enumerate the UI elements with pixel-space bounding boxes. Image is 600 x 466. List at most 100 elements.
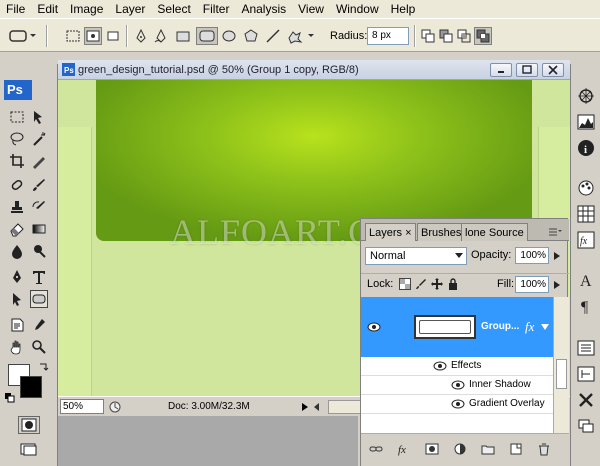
layers-scroll-thumb[interactable] <box>556 359 567 389</box>
menu-image[interactable]: Image <box>64 0 109 18</box>
histogram-panel-button[interactable] <box>576 112 596 132</box>
marquee-tool[interactable] <box>8 108 26 126</box>
healing-brush-tool[interactable] <box>8 176 26 194</box>
status-info-icon[interactable] <box>108 400 122 414</box>
actions-panel-button[interactable] <box>576 338 596 358</box>
background-color-swatch[interactable] <box>20 376 42 398</box>
color-panel-button[interactable] <box>576 178 596 198</box>
zoom-tool[interactable] <box>30 338 48 356</box>
blend-mode-select[interactable]: Normal <box>365 247 467 265</box>
layer-visibility-eye-icon[interactable] <box>367 322 381 332</box>
menu-select[interactable]: Select <box>151 0 196 18</box>
shape-layers-button[interactable] <box>64 27 82 45</box>
fill-pixels-button[interactable] <box>104 27 122 45</box>
effect-inner-shadow-row[interactable]: Inner Shadow <box>361 376 553 395</box>
lock-position-button[interactable] <box>431 278 443 290</box>
zoom-level-field[interactable]: 50% <box>60 399 104 414</box>
paragraph-panel-button[interactable]: ¶ <box>576 296 596 316</box>
screen-mode-button[interactable] <box>18 440 40 458</box>
status-menu-arrow-icon[interactable] <box>300 402 310 412</box>
combine-add-button[interactable] <box>420 27 436 45</box>
eraser-tool[interactable] <box>8 220 26 238</box>
tab-layers[interactable]: Layers × <box>365 223 416 241</box>
dodge-tool[interactable] <box>30 242 48 260</box>
pen-tool-button[interactable] <box>132 27 150 45</box>
pen-tool[interactable] <box>8 268 26 286</box>
opacity-slider-arrow-icon[interactable] <box>553 252 561 260</box>
menu-help[interactable]: Help <box>385 0 422 18</box>
opacity-input[interactable]: 100% <box>515 247 549 264</box>
swap-colors-button[interactable] <box>38 362 50 374</box>
link-layers-button[interactable] <box>369 442 383 456</box>
quick-mask-button[interactable] <box>18 416 40 434</box>
effect-gradient-overlay-row[interactable]: Gradient Overlay <box>361 395 553 414</box>
styles-panel-button[interactable]: fx <box>576 230 596 250</box>
delete-layer-button[interactable] <box>537 442 551 456</box>
notes-tool[interactable] <box>8 316 26 334</box>
menu-file[interactable]: File <box>0 0 31 18</box>
layer-row-group[interactable]: Group... fx <box>361 297 553 357</box>
horizontal-scroll-thumb[interactable] <box>328 400 364 414</box>
add-layer-style-button[interactable]: fx <box>397 442 411 456</box>
hand-tool[interactable] <box>8 338 26 356</box>
menu-view[interactable]: View <box>292 0 330 18</box>
layer-comps-panel-button[interactable] <box>576 416 596 436</box>
effects-visibility-eye-icon[interactable] <box>433 361 447 371</box>
polygon-tool-button[interactable] <box>242 27 260 45</box>
lasso-tool[interactable] <box>8 130 26 148</box>
effects-row[interactable]: Effects <box>361 357 553 376</box>
type-tool[interactable] <box>30 268 48 286</box>
effects-toggle-arrow-icon[interactable] <box>541 323 549 331</box>
rectangle-tool-button[interactable] <box>174 27 192 45</box>
lock-transparent-button[interactable] <box>399 278 411 290</box>
radius-input[interactable]: 8 px <box>367 27 409 45</box>
maximize-button[interactable] <box>516 63 538 77</box>
combine-intersect-button[interactable] <box>456 27 472 45</box>
new-group-button[interactable] <box>481 442 495 456</box>
fill-input[interactable]: 100% <box>515 276 549 293</box>
combine-exclude-button[interactable] <box>474 27 492 45</box>
paths-button[interactable] <box>84 27 102 45</box>
new-layer-button[interactable] <box>509 442 523 456</box>
lock-all-button[interactable] <box>447 278 459 290</box>
ellipse-tool-button[interactable] <box>220 27 238 45</box>
layers-scrollbar[interactable] <box>553 297 569 433</box>
panel-menu-icon[interactable] <box>547 225 563 237</box>
swatches-panel-button[interactable] <box>576 204 596 224</box>
info-panel-button[interactable]: i <box>576 138 596 158</box>
rounded-rect-tool[interactable] <box>30 290 48 308</box>
history-brush-tool[interactable] <box>30 198 48 216</box>
default-colors-button[interactable] <box>4 392 16 404</box>
navigator-panel-button[interactable] <box>576 86 596 106</box>
blur-tool[interactable] <box>8 242 26 260</box>
custom-shape-button[interactable] <box>286 27 316 45</box>
minimize-button[interactable] <box>490 63 512 77</box>
gradient-overlay-eye-icon[interactable] <box>451 399 465 409</box>
inner-shadow-eye-icon[interactable] <box>451 380 465 390</box>
lock-image-button[interactable] <box>415 278 427 290</box>
freeform-pen-button[interactable] <box>152 27 170 45</box>
combine-subtract-button[interactable] <box>438 27 454 45</box>
fill-slider-arrow-icon[interactable] <box>553 281 561 289</box>
line-tool-button[interactable] <box>264 27 282 45</box>
history-panel-button[interactable] <box>576 364 596 384</box>
slice-tool[interactable] <box>30 152 48 170</box>
new-adjustment-layer-button[interactable] <box>453 442 467 456</box>
tool-preset-picker[interactable] <box>8 27 38 45</box>
scroll-left-arrow-icon[interactable] <box>312 402 322 412</box>
gradient-tool[interactable] <box>30 220 48 238</box>
path-selection-tool[interactable] <box>8 290 26 308</box>
menu-filter[interactable]: Filter <box>197 0 236 18</box>
close-button[interactable] <box>542 63 564 77</box>
clone-stamp-tool[interactable] <box>8 198 26 216</box>
menu-window[interactable]: Window <box>330 0 385 18</box>
move-tool[interactable] <box>30 108 48 126</box>
menu-edit[interactable]: Edit <box>31 0 64 18</box>
eyedropper-tool[interactable] <box>30 316 48 334</box>
tab-brushes[interactable]: Brushes <box>417 223 466 241</box>
crop-tool[interactable] <box>8 152 26 170</box>
tool-presets-panel-button[interactable] <box>576 390 596 410</box>
add-mask-button[interactable] <box>425 442 439 456</box>
brush-tool[interactable] <box>30 176 48 194</box>
tab-clone-source[interactable]: lone Source <box>461 223 528 241</box>
